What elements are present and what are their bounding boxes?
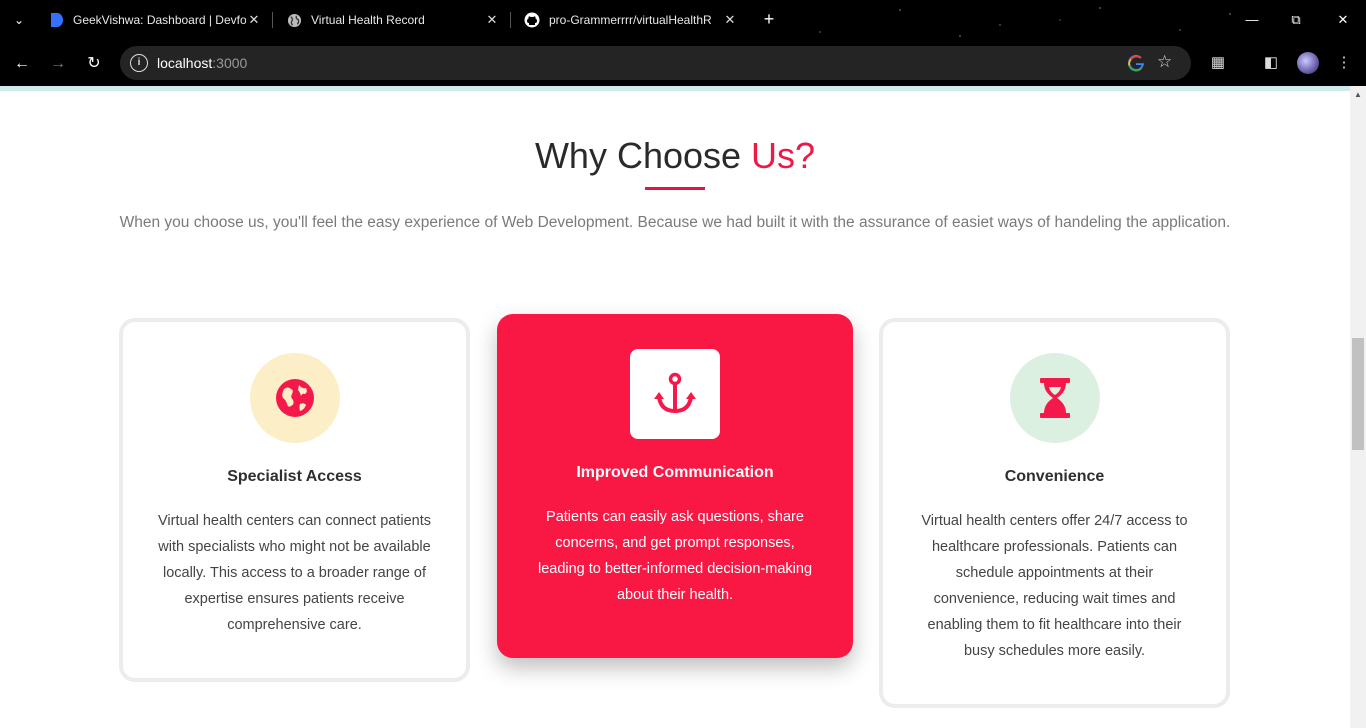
tab-title: Virtual Health Record xyxy=(311,13,425,27)
tab-search-chevron-icon[interactable]: ⌄ xyxy=(8,10,30,30)
github-icon xyxy=(524,12,540,28)
back-arrow-icon[interactable]: ← xyxy=(10,52,34,76)
tab-divider xyxy=(510,12,511,28)
close-icon[interactable]: ✕ xyxy=(246,12,262,28)
browser-toolbar: ← → ↻ i localhost:3000 ☆ ▦ ◧ ⋮ xyxy=(0,40,1366,86)
anchor-icon xyxy=(654,372,696,414)
section-title-highlight: Us? xyxy=(751,135,816,176)
window-close-icon[interactable]: ✕ xyxy=(1333,10,1353,30)
address-bar[interactable]: i localhost:3000 ☆ xyxy=(120,46,1191,80)
forward-arrow-icon[interactable]: → xyxy=(46,52,70,76)
scrollbar-thumb[interactable] xyxy=(1352,338,1364,450)
new-tab-plus-icon[interactable]: + xyxy=(758,8,780,30)
page-header-strip xyxy=(0,86,1350,91)
tab-divider xyxy=(272,12,273,28)
tab-title: GeekVishwa: Dashboard | Devfo xyxy=(73,13,246,27)
close-icon[interactable]: ✕ xyxy=(722,12,738,28)
icon-badge xyxy=(1009,353,1100,443)
extensions-puzzle-icon[interactable]: ▦ xyxy=(1207,52,1229,74)
card-title: Specialist Access xyxy=(227,468,362,485)
url-host: localhost xyxy=(157,55,213,71)
feature-card-specialist-access: Specialist Access Virtual health centers… xyxy=(119,318,470,682)
tab-github-repo[interactable]: pro-Grammerrrr/virtualHealthR ✕ xyxy=(516,6,746,34)
profile-avatar[interactable] xyxy=(1297,52,1319,74)
section-description: When you choose us, you'll feel the easy… xyxy=(119,214,1231,231)
feature-card-convenience: Convenience Virtual health centers offer… xyxy=(879,318,1230,708)
card-title: Convenience xyxy=(1004,468,1105,485)
card-description: Patients can easily ask questions, share… xyxy=(537,509,813,603)
tab-virtual-health-record[interactable]: Virtual Health Record ✕ xyxy=(278,6,508,34)
card-title: Improved Communication xyxy=(576,464,774,481)
devfolio-icon xyxy=(48,12,64,28)
side-panel-icon[interactable]: ◧ xyxy=(1260,52,1282,74)
restore-icon[interactable]: ⧉ xyxy=(1286,10,1306,30)
bookmark-star-icon[interactable]: ☆ xyxy=(1157,52,1172,72)
icon-badge xyxy=(630,349,720,439)
scroll-up-arrow-icon[interactable]: ▲ xyxy=(1350,90,1366,102)
page-scrollbar[interactable]: ▲ xyxy=(1350,86,1366,728)
card-description: Virtual health centers offer 24/7 access… xyxy=(921,513,1188,659)
more-menu-icon[interactable]: ⋮ xyxy=(1333,52,1355,74)
globe-icon xyxy=(275,379,314,417)
globe-icon xyxy=(286,12,302,28)
feature-card-improved-communication: Improved Communication Patients can easi… xyxy=(497,314,853,658)
reload-icon[interactable]: ↻ xyxy=(82,52,106,76)
card-description: Virtual health centers can connect patie… xyxy=(158,513,431,633)
tab-title: pro-Grammerrrr/virtualHealthR xyxy=(549,13,712,27)
site-info-icon[interactable]: i xyxy=(130,54,148,72)
title-underline xyxy=(645,187,705,190)
section-title-main: Why Choose xyxy=(534,135,752,176)
url-port: :3000 xyxy=(212,55,248,71)
hourglass-icon xyxy=(1039,378,1070,418)
section-title: Why Choose Us? xyxy=(0,135,1350,177)
minimize-icon[interactable]: — xyxy=(1242,10,1262,30)
close-icon[interactable]: ✕ xyxy=(484,12,500,28)
browser-tab-strip: ⌄ GeekVishwa: Dashboard | Devfo ✕ Virtua… xyxy=(0,0,1366,40)
icon-badge xyxy=(249,353,340,443)
google-lens-icon[interactable] xyxy=(1127,54,1145,72)
tab-devfolio-dashboard[interactable]: GeekVishwa: Dashboard | Devfo ✕ xyxy=(40,6,270,34)
url-text[interactable]: localhost:3000 xyxy=(157,55,247,71)
